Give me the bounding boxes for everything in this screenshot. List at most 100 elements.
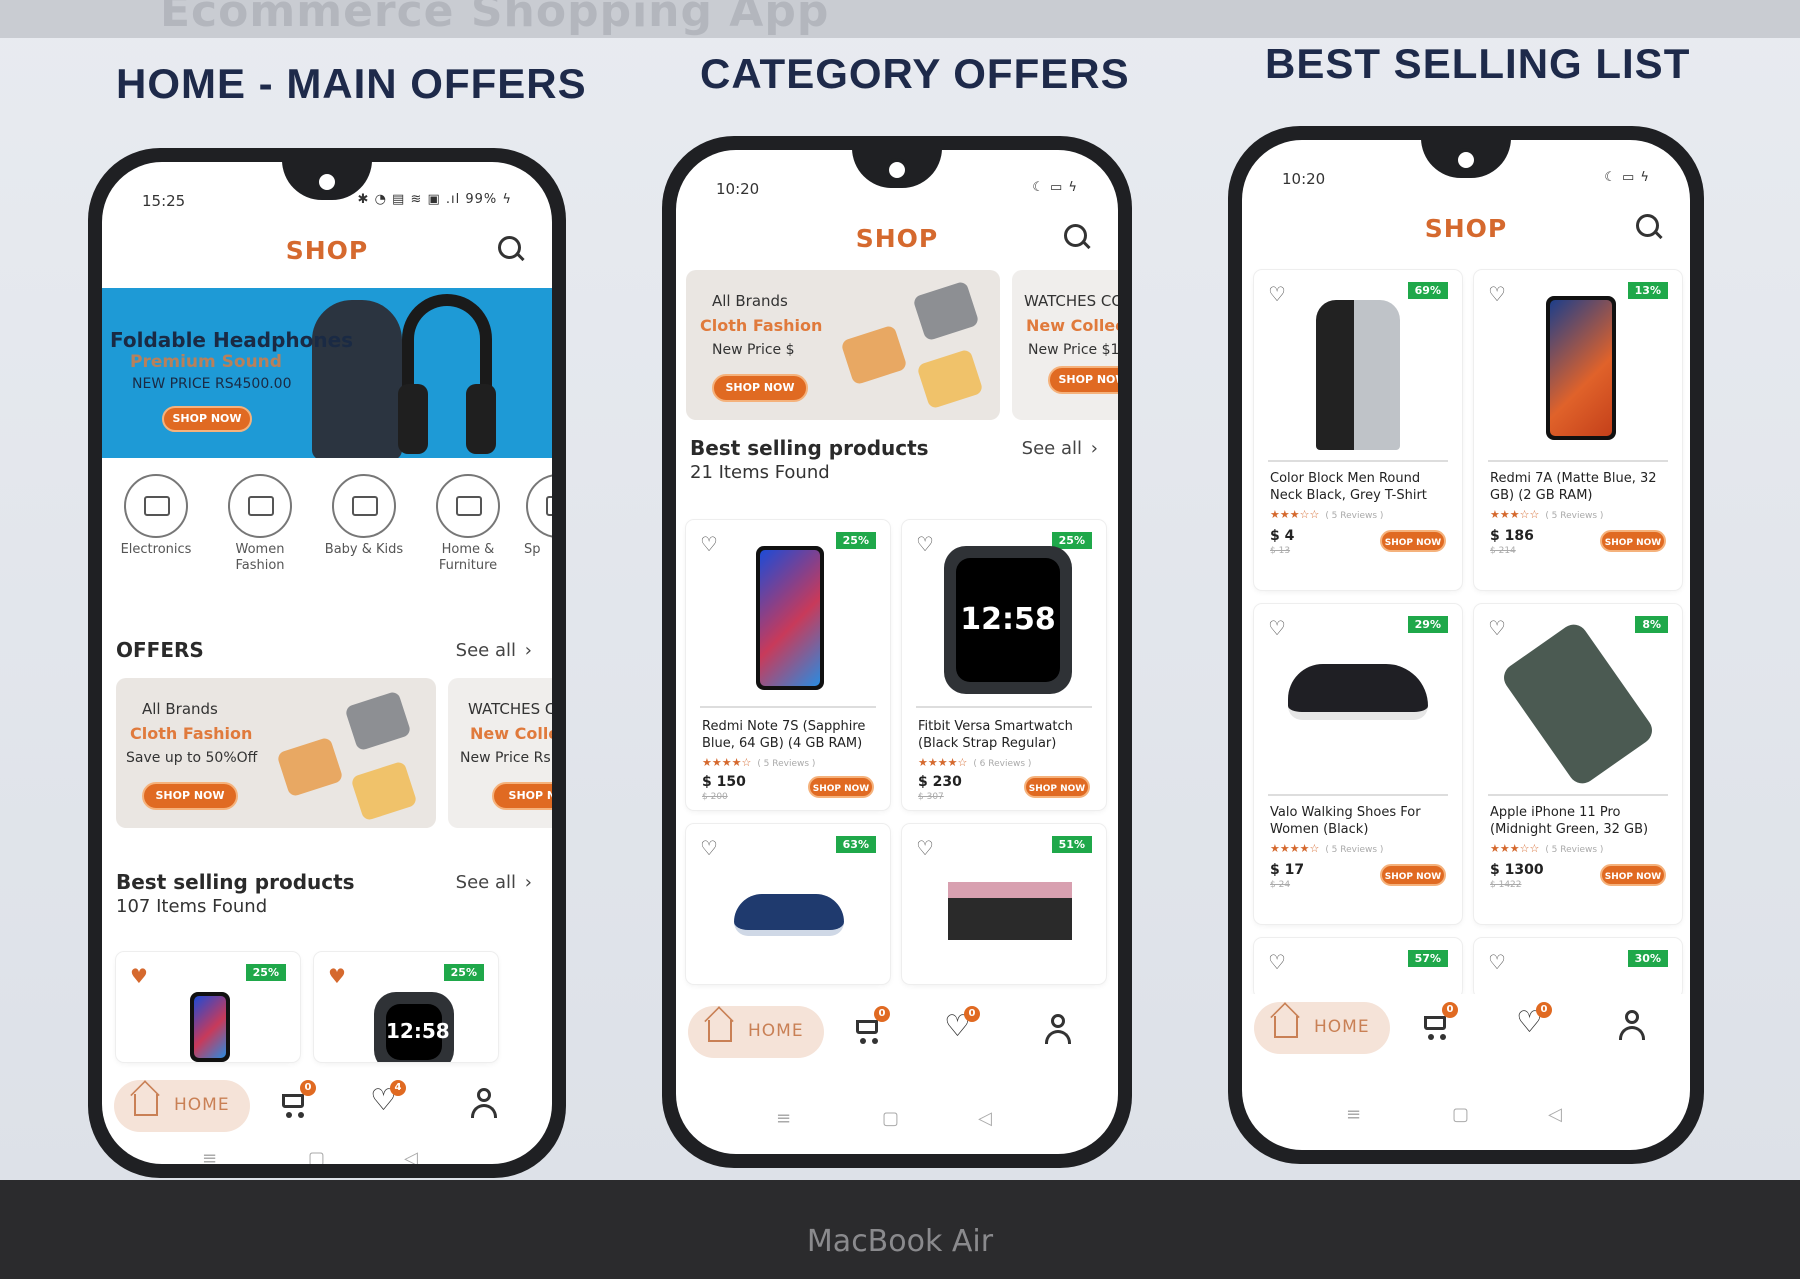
search-icon[interactable] [1636,214,1664,242]
wishlist-heart-icon[interactable]: ♡ 0 [942,1006,980,1046]
slide-header: Ecommerce Shopping App [160,0,830,37]
product-card[interactable]: ♡ 69% Color Block Men Round Neck Black, … [1254,270,1462,590]
product-card[interactable]: ♡ 25% Redmi Note 7S (Sapphire Blue, 64 G… [686,520,890,810]
heart-icon[interactable]: ♥ [328,964,346,988]
shop-now-button[interactable]: SHOP NOW [1380,530,1446,552]
offer-shop-now-button[interactable]: SHOP NOW [142,782,238,810]
heart-icon[interactable]: ♡ [700,836,718,860]
shop-now-button[interactable]: SHOP NOW [808,776,874,798]
heart-icon[interactable]: ♡ [1488,616,1506,640]
best-see-all-link[interactable]: See all [1022,438,1082,459]
headphones-image [398,294,496,454]
category-row: Electronics Women Fashion Baby & Kids Ho… [110,474,552,584]
discount-badge: 25% [835,532,876,549]
user-icon[interactable] [468,1086,502,1120]
shop-now-button[interactable]: SHOP NOW [1600,530,1666,552]
product-card[interactable]: ♡ 13% Redmi 7A (Matte Blue, 32 GB) (2 GB… [1474,270,1682,590]
chevron-right-icon[interactable]: › [1091,438,1098,459]
square-icon[interactable]: ▢ [1452,1104,1469,1125]
discount-badge: 13% [1627,282,1668,299]
offer-card-watches[interactable]: WATCHES C New Colle New Price Rs1 SHOP N… [448,678,552,828]
offer-line1: WATCHES C [468,700,552,718]
search-icon[interactable] [1064,224,1092,252]
back-icon[interactable]: ◁ [1548,1104,1562,1125]
heart-icon[interactable]: ♥ [130,964,148,988]
stars-value: ★★★☆☆ [1490,508,1540,521]
system-nav-bar: ≡ ▢ ◁ [1242,1104,1690,1134]
status-time: 15:25 [142,192,186,210]
product-name: Valo Walking Shoes For Women (Black) [1270,805,1421,837]
heart-icon[interactable]: ♡ [700,532,718,556]
category-home-furniture[interactable]: Home & Furniture [428,474,508,574]
hero-banner[interactable]: Foldable Headphones Premium Sound NEW PR… [102,288,552,458]
offer-shop-now-button[interactable]: SHOP NOW [1048,366,1118,394]
product-card[interactable]: ♡ 63% [686,824,890,984]
chevron-right-icon[interactable]: › [525,640,532,661]
category-electronics[interactable]: Electronics [116,474,196,558]
menu-icon[interactable]: ≡ [202,1148,217,1164]
cart-icon[interactable]: 0 [278,1080,316,1120]
product-card[interactable]: ♡ 25% 12:58 Fitbit Versa Smartwatch (Bla… [902,520,1106,810]
product-name: Redmi 7A (Matte Blue, 32 GB) (2 GB RAM) [1490,471,1657,503]
best-see-all-link[interactable]: See all [456,872,516,893]
product-card[interactable]: ♡ 51% [902,824,1106,984]
wishlist-heart-icon[interactable]: ♡ 0 [1514,1002,1552,1042]
product-name: Fitbit Versa Smartwatch (Black Strap Reg… [918,719,1073,751]
offer-card-watches[interactable]: WATCHES CO New Collec New Price $1 SHOP … [1012,270,1118,420]
offer-shop-now-button[interactable]: SHOP NOW [712,374,808,402]
wishlist-count-badge: 0 [964,1006,980,1022]
nav-home-label: HOME [174,1095,230,1115]
heart-icon[interactable]: ♡ [1268,282,1286,306]
nav-home-button[interactable]: HOME [114,1080,250,1132]
heart-icon[interactable]: ♡ [916,836,934,860]
smartwatch-product-image: 12:58 [944,546,1072,694]
back-icon[interactable]: ◁ [978,1108,992,1129]
product-price: $ 1300 [1490,862,1544,878]
offers-see-all-link[interactable]: See all [456,640,516,661]
category-label: Women Fashion [235,542,285,573]
product-card[interactable]: ♡ 30% [1474,938,1682,998]
nav-home-button[interactable]: HOME [1254,1002,1390,1054]
product-card[interactable]: ♥ 25% 12:58 [314,952,498,1062]
discount-badge: 29% [1407,616,1448,633]
cart-icon[interactable]: 0 [1420,1002,1458,1042]
product-card[interactable]: ♡ 57% [1254,938,1462,998]
offer-card-cloth[interactable]: All Brands Cloth Fashion Save up to 50%O… [116,678,436,828]
cart-icon[interactable]: 0 [852,1006,890,1046]
shop-now-button[interactable]: SHOP NOW [1380,864,1446,886]
heart-icon[interactable]: ♡ [1268,616,1286,640]
menu-icon[interactable]: ≡ [776,1108,791,1129]
user-icon[interactable] [1042,1012,1076,1046]
app-title: SHOP [285,236,369,265]
back-icon[interactable]: ◁ [404,1148,418,1164]
review-count: ( 5 Reviews ) [1545,511,1604,521]
offer-card-cloth[interactable]: All Brands Cloth Fashion New Price $ SHO… [686,270,1000,420]
slide-header-strip: Ecommerce Shopping App [0,0,1800,38]
heart-icon[interactable]: ♡ [916,532,934,556]
wishlist-heart-icon[interactable]: ♡ 4 [368,1080,406,1120]
menu-icon[interactable]: ≡ [1346,1104,1361,1125]
phone-category-screen: 10:20 ☾ ▭ ϟ SHOP All Brands Cloth Fashio… [676,150,1118,1154]
category-sports[interactable]: Sp [524,474,552,558]
product-card[interactable]: ♡ 29% Valo Walking Shoes For Women (Blac… [1254,604,1462,924]
heart-icon[interactable]: ♡ [1488,282,1506,306]
search-icon[interactable] [498,236,526,264]
product-card[interactable]: ♡ 8% Apple iPhone 11 Pro (Midnight Green… [1474,604,1682,924]
user-icon[interactable] [1616,1008,1650,1042]
shop-now-button[interactable]: SHOP NOW [1024,776,1090,798]
offer-shop-now-button[interactable]: SHOP NO [492,782,552,810]
heart-icon[interactable]: ♡ [1268,950,1286,974]
square-icon[interactable]: ▢ [882,1108,899,1129]
chevron-right-icon[interactable]: › [525,872,532,893]
sports-icon [526,474,552,538]
shop-now-button[interactable]: SHOP NOW [1600,864,1666,886]
heart-icon[interactable]: ♡ [1488,950,1506,974]
nav-home-button[interactable]: HOME [688,1006,824,1058]
category-women-fashion[interactable]: Women Fashion [220,474,300,574]
product-card[interactable]: ♥ 25% [116,952,300,1062]
best-selling-title: Best selling products [690,436,929,460]
hero-shop-now-button[interactable]: SHOP NOW [162,406,252,432]
category-baby-kids[interactable]: Baby & Kids [324,474,404,558]
square-icon[interactable]: ▢ [308,1148,325,1164]
stars-value: ★★★☆☆ [1270,508,1320,521]
